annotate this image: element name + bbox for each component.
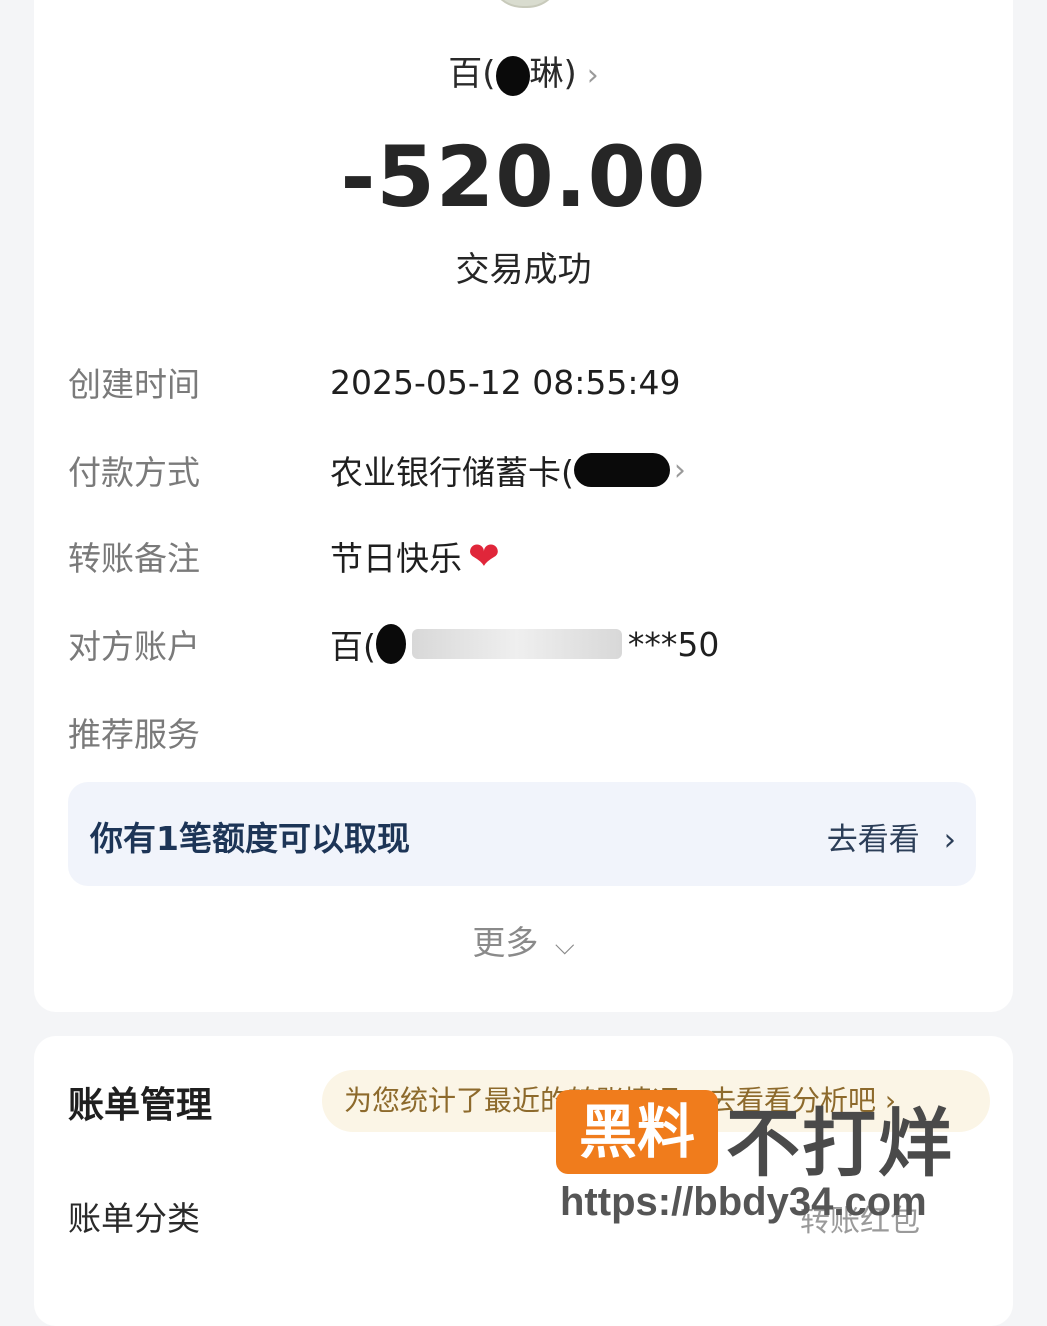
bill-analysis-tip[interactable]: 为您统计了最近的转账情况，去看看分析吧 › — [322, 1070, 990, 1132]
detail-label: 转账备注 — [68, 539, 200, 578]
detail-row-payment-method[interactable]: 付款方式 农业银行储蓄卡( › — [68, 446, 686, 494]
redaction-mark — [495, 55, 530, 96]
redaction-mark — [375, 624, 406, 664]
account-blurred — [411, 629, 622, 659]
detail-label: 推荐服务 — [68, 715, 200, 754]
chevron-right-icon: › — [586, 58, 599, 93]
remark-text: 节日快乐 — [330, 539, 462, 578]
cash-advance-banner[interactable]: 你有1笔额度可以取现 去看看 › — [68, 782, 976, 886]
banner-text: 你有1笔额度可以取现 — [90, 819, 410, 858]
detail-label: 对方账户 — [68, 627, 200, 666]
transaction-amount: -520.00 — [340, 128, 707, 226]
detail-row-counterparty-account: 对方账户 百( ***50 — [68, 620, 719, 668]
detail-row-remark: 转账备注 节日快乐 ❤ — [68, 532, 500, 580]
payment-method-text: 农业银行储蓄卡( — [330, 453, 574, 492]
detail-label: 创建时间 — [68, 365, 200, 404]
detail-row-created-time: 创建时间 2025-05-12 08:55:49 — [68, 358, 680, 406]
payee-name-suffix: 琳) — [529, 54, 577, 94]
detail-value: 节日快乐 ❤ — [330, 532, 500, 580]
chevron-down-icon: ⌵ — [554, 931, 575, 961]
detail-value: 百( ***50 — [330, 620, 719, 668]
detail-value: 农业银行储蓄卡( › — [330, 446, 686, 494]
detail-row-recommended: 推荐服务 — [68, 708, 330, 756]
account-prefix: 百( — [330, 627, 376, 666]
payee-name[interactable]: 百( 琳) › — [0, 46, 1047, 96]
chevron-right-icon: › — [673, 452, 686, 488]
detail-label: 付款方式 — [68, 453, 200, 492]
bill-category-label: 账单分类 — [68, 1199, 200, 1238]
detail-value: 2025-05-12 08:55:49 — [330, 362, 681, 402]
more-label: 更多 — [472, 923, 539, 962]
banner-action[interactable]: 去看看 › — [827, 814, 956, 859]
payee-name-prefix: 百( — [448, 54, 496, 94]
transaction-status: 交易成功 — [455, 250, 592, 290]
chevron-right-icon: › — [943, 822, 956, 858]
more-button[interactable]: 更多 ⌵ — [0, 916, 1047, 964]
bill-category-value[interactable]: 转账红包 — [800, 1196, 920, 1240]
account-suffix: ***50 — [627, 624, 720, 664]
banner-action-label: 去看看 — [826, 822, 920, 858]
bill-management-title: 账单管理 — [68, 1085, 213, 1126]
redaction-mark — [573, 453, 670, 487]
heart-emoji-icon: ❤ — [468, 534, 500, 578]
